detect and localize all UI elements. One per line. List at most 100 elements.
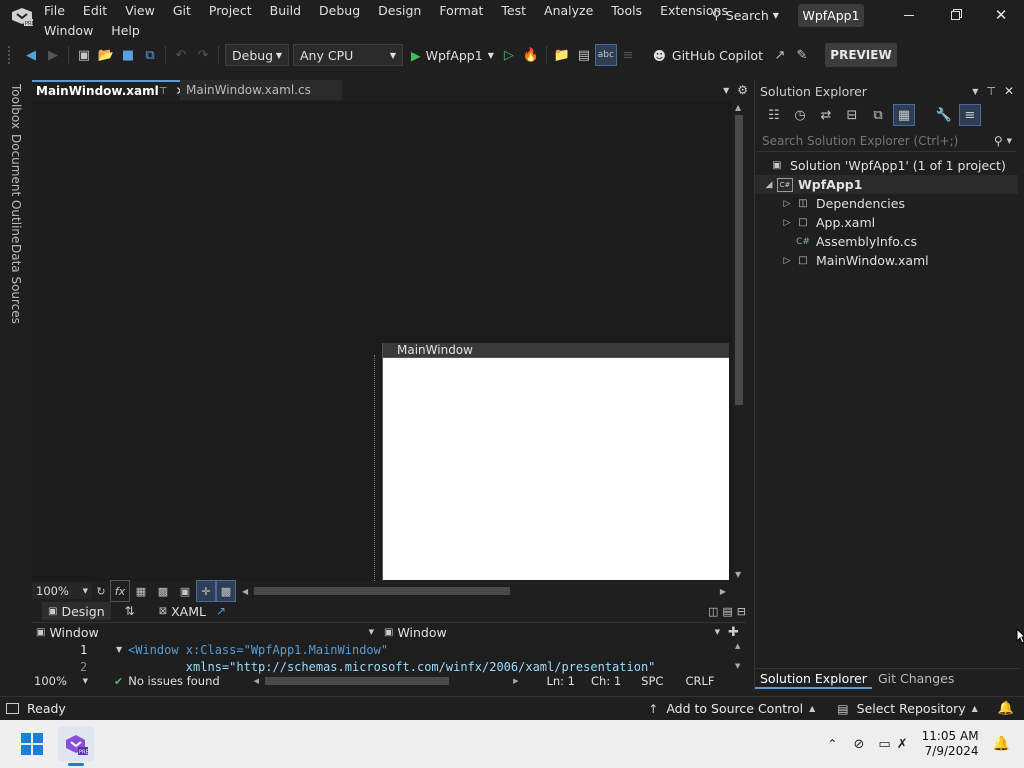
scroll-down-icon[interactable]: ▼ — [735, 570, 741, 579]
menu-view[interactable]: View — [116, 1, 164, 21]
menu-file[interactable]: File — [35, 1, 74, 21]
preview-badge[interactable]: PREVIEW — [825, 43, 897, 67]
code-hscroll-left-icon[interactable]: ◀ — [254, 677, 259, 685]
design-view-tab[interactable]: ▣ Design — [42, 602, 111, 620]
windows-start-icon[interactable] — [18, 730, 46, 758]
solution-search-input[interactable] — [762, 133, 982, 148]
menu-help[interactable]: Help — [102, 21, 149, 41]
clock[interactable]: 11:05 AM 7/9/2024 — [922, 729, 979, 759]
scroll-up-icon[interactable]: ▲ — [735, 642, 740, 650]
menu-build[interactable]: Build — [261, 1, 310, 21]
pin-icon[interactable]: ⊤ — [986, 85, 996, 98]
menu-design[interactable]: Design — [369, 1, 430, 21]
github-copilot-button[interactable]: ☻ GitHub Copilot — [653, 48, 763, 63]
scope-right-dropdown[interactable]: ▣ Window ▼ — [380, 625, 726, 640]
designer-zoom-dropdown[interactable]: 100% ▼ — [32, 583, 92, 599]
popout-xaml-icon[interactable]: ↗ — [216, 604, 226, 618]
collapsed-arrow-icon[interactable]: ▷ — [779, 256, 795, 266]
share-icon[interactable]: ↗ — [769, 44, 791, 66]
collapsed-arrow-icon[interactable]: ▷ — [779, 218, 795, 228]
show-hidden-icons-chevron-icon[interactable]: ⌃ — [827, 737, 837, 751]
filter-icon[interactable]: ▦ — [893, 104, 915, 126]
dependencies-node[interactable]: ▷ ◫ Dependencies — [755, 194, 1018, 213]
navigate-back-icon[interactable]: ◀ — [20, 44, 42, 66]
platform-dropdown[interactable]: Any CPU ▼ — [293, 44, 403, 66]
artboard-icon[interactable]: ▣ — [174, 580, 196, 602]
redo-icon[interactable]: ↷ — [192, 44, 214, 66]
grid-icon[interactable]: ▦ — [130, 580, 152, 602]
effects-fx-icon[interactable]: fx — [110, 580, 130, 602]
collapsed-arrow-icon[interactable]: ▷ — [779, 199, 795, 209]
start-debug-button[interactable]: ▶ WpfApp1 ▼ — [411, 48, 494, 63]
visual-studio-taskbar-icon[interactable]: PRE — [58, 726, 94, 766]
vs-logo-icon[interactable]: PRE — [10, 4, 35, 28]
settings-gear-icon[interactable]: ⚙ — [737, 83, 748, 97]
pin-icon[interactable]: ⊤ — [159, 86, 168, 97]
line-indicator[interactable]: Ln: 1 — [546, 674, 575, 688]
notification-bell-icon[interactable]: 🔔 — [993, 736, 1010, 752]
project-node[interactable]: ◢ C# WpfApp1 — [755, 175, 1018, 194]
menu-window[interactable]: Window — [35, 21, 102, 41]
code-zoom-dropdown[interactable]: 100% ▼ — [32, 674, 92, 688]
vertical-split-icon[interactable]: ◫ — [708, 605, 718, 618]
undo-icon[interactable]: ↶ — [170, 44, 192, 66]
start-without-debug-icon[interactable]: ▷ — [498, 44, 520, 66]
snap-grid-icon[interactable]: ▩ — [152, 580, 174, 602]
solution-search-box[interactable]: ⚲ ▼ — [757, 130, 1016, 152]
close-window-button[interactable]: ✕ — [988, 4, 1014, 26]
align-icon[interactable]: ≡ — [617, 44, 639, 66]
menu-debug[interactable]: Debug — [310, 1, 369, 21]
tab-mainwindow-xaml[interactable]: MainWindow.xaml ⊤ ✕ — [32, 80, 186, 100]
feedback-icon[interactable]: ✎ — [791, 44, 813, 66]
designer-hscroll-thumb[interactable] — [254, 587, 511, 595]
code-hscroll-thumb[interactable] — [265, 677, 450, 685]
panel-options-icon[interactable]: ▼ — [972, 87, 978, 96]
mainwindow-xaml-node[interactable]: ▷ □ MainWindow.xaml — [755, 251, 1018, 270]
designer-vertical-scrollbar[interactable]: ▲ ▼ — [732, 101, 746, 581]
volume-muted-icon[interactable]: ✗ — [897, 737, 908, 752]
add-to-source-control-button[interactable]: ↑ Add to Source Control ▲ — [648, 701, 815, 716]
code-vertical-scrollbar[interactable]: ▲ ▼ — [732, 642, 746, 674]
navigate-forward-icon[interactable]: ▶ — [42, 44, 64, 66]
tab-mainwindow-xaml-cs[interactable]: MainWindow.xaml.cs — [180, 80, 342, 100]
hscroll-left-icon[interactable]: ◀ — [242, 587, 248, 596]
tab-overflow-icon[interactable]: ▼ — [723, 86, 729, 95]
tab-git-changes[interactable]: Git Changes — [872, 669, 960, 689]
solution-config-dropdown[interactable]: Debug ▼ — [225, 44, 289, 66]
swap-panes-icon[interactable]: ⇅ — [125, 604, 135, 618]
switch-views-icon[interactable]: ☷ — [763, 104, 785, 126]
minimize-button[interactable] — [896, 4, 922, 26]
collapse-pane-icon[interactable]: ⊟ — [737, 605, 746, 618]
search-button[interactable]: ⚲ Search ▼ — [712, 5, 779, 25]
hot-reload-icon[interactable]: 🔥 — [520, 44, 542, 66]
menu-edit[interactable]: Edit — [74, 1, 116, 21]
scroll-down-icon[interactable]: ▼ — [735, 662, 740, 670]
split-add-icon[interactable]: ✚ — [728, 625, 739, 640]
data-sources-tab[interactable]: Data Sources — [9, 240, 23, 328]
sync-icon[interactable]: ⇄ — [815, 104, 837, 126]
network-disconnected-icon[interactable]: ⊘ — [853, 737, 864, 752]
menu-format[interactable]: Format — [430, 1, 492, 21]
search-icon[interactable]: ⚲ — [994, 134, 1003, 148]
layout-icon[interactable]: ▤ — [573, 44, 595, 66]
scroll-up-icon[interactable]: ▲ — [735, 103, 741, 112]
expanded-arrow-icon[interactable]: ◢ — [761, 180, 777, 190]
app-xaml-node[interactable]: ▷ □ App.xaml — [755, 213, 1018, 232]
properties-wrench-icon[interactable]: 🔧 — [933, 104, 955, 126]
device-icon[interactable]: ▩ — [216, 580, 236, 602]
whitespace-indicator[interactable]: SPC — [641, 674, 663, 688]
xaml-code-editor[interactable]: 1 2 ▼ <Window x:Class="WpfApp1.MainWindo… — [32, 642, 732, 674]
code-hscroll-right-icon[interactable]: ▶ — [513, 677, 518, 685]
select-repository-button[interactable]: ▤ Select Repository ▲ — [837, 701, 978, 716]
solution-node[interactable]: ▣ Solution 'WpfApp1' (1 of 1 project) — [755, 156, 1018, 175]
restore-button[interactable] — [942, 4, 968, 26]
issues-indicator[interactable]: ✔ No issues found — [114, 674, 220, 688]
scrollbar-thumb[interactable] — [735, 115, 743, 405]
new-item-icon[interactable]: ▣ — [73, 44, 95, 66]
open-folder-icon[interactable]: 📂 — [95, 44, 117, 66]
menu-project[interactable]: Project — [200, 1, 261, 21]
pending-changes-icon[interactable]: ◷ — [789, 104, 811, 126]
horizontal-split-icon[interactable]: ▤ — [722, 605, 732, 618]
assemblyinfo-node[interactable]: C# AssemblyInfo.cs — [755, 232, 1018, 251]
column-indicator[interactable]: Ch: 1 — [591, 674, 621, 688]
